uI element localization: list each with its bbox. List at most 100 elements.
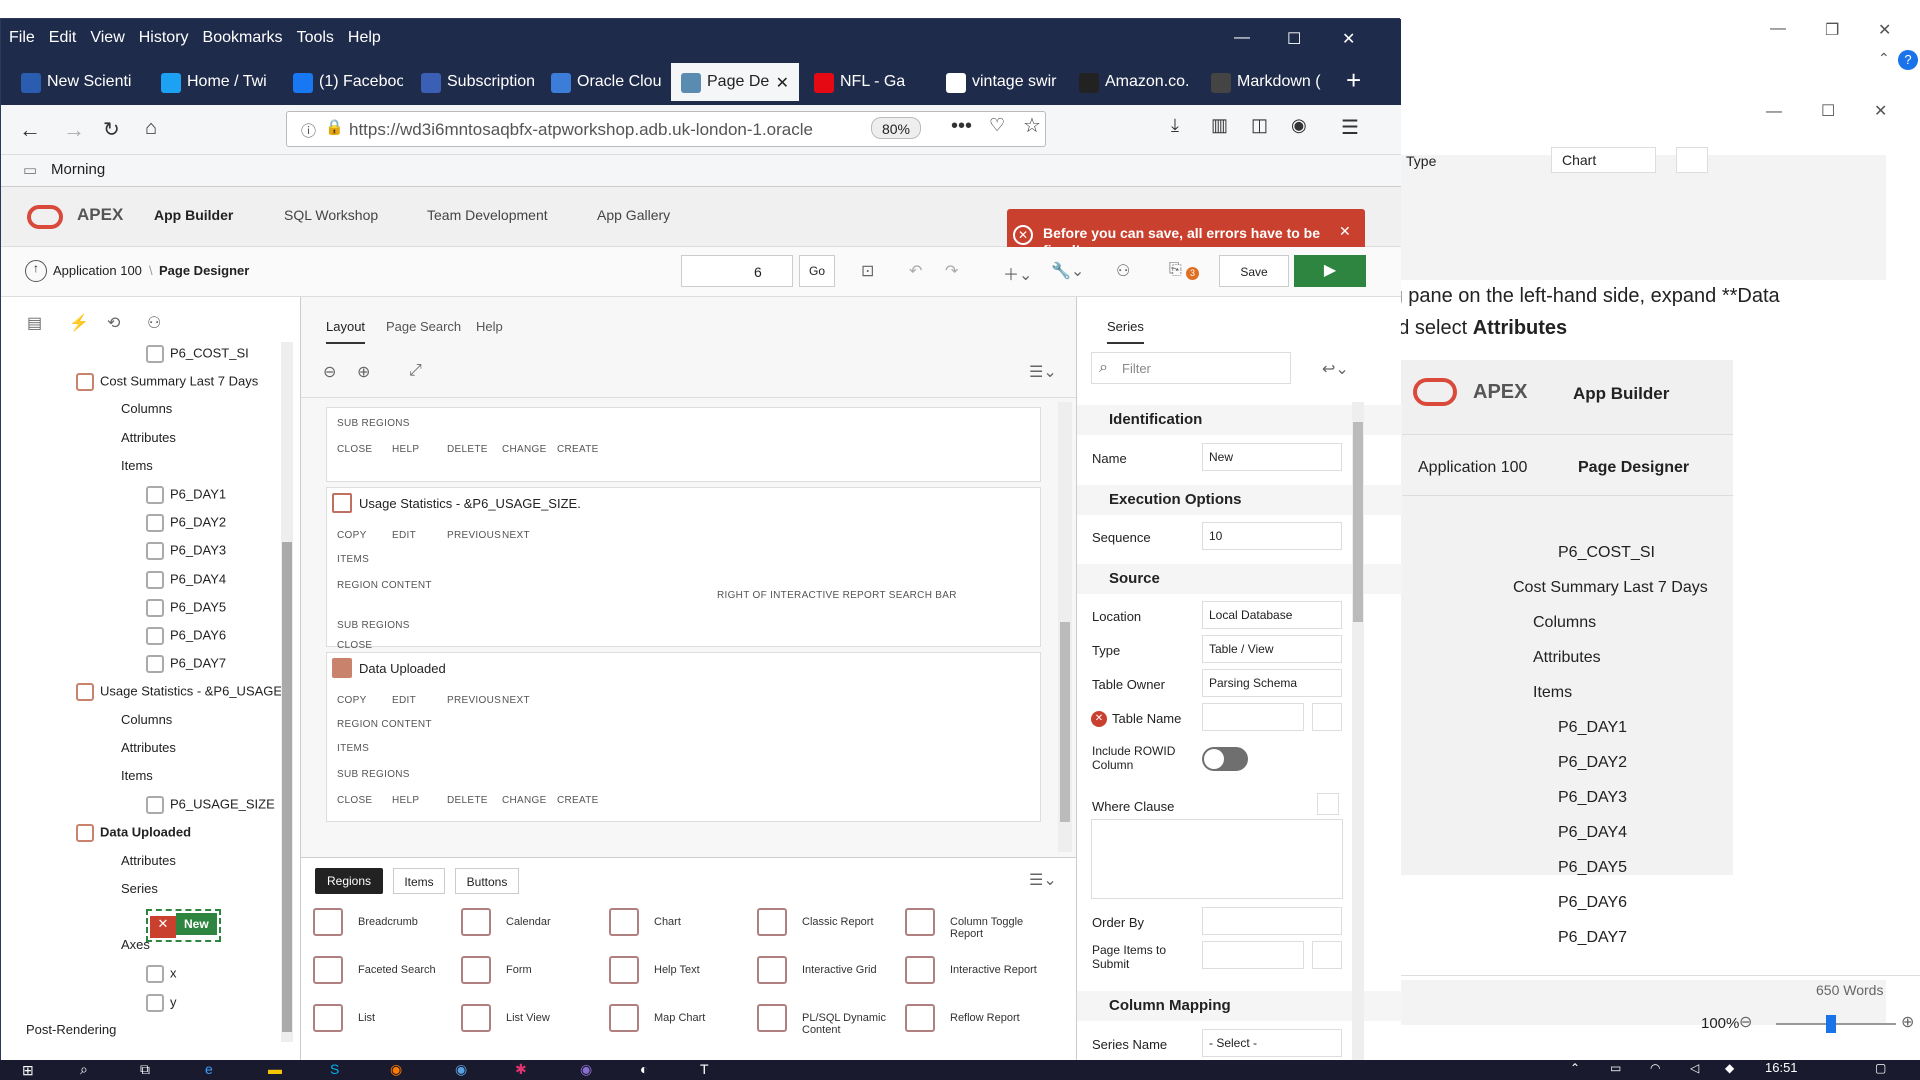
tree-node[interactable]: P6_DAY4 bbox=[146, 570, 226, 589]
tree-scrollbar[interactable] bbox=[281, 342, 293, 1042]
shared-tab-icon[interactable]: ⚇ bbox=[147, 313, 161, 333]
tree-node[interactable]: P6_DAY7 bbox=[146, 655, 226, 674]
gallery-tab-regions[interactable]: Regions bbox=[315, 868, 383, 894]
go-button[interactable]: Go bbox=[799, 255, 835, 287]
region-usage-statistics[interactable]: Usage Statistics - &P6_USAGE_SIZE. COPY … bbox=[326, 487, 1041, 651]
minimize-icon[interactable]: — bbox=[1226, 19, 1256, 47]
gallery-item[interactable]: Interactive Grid bbox=[802, 964, 897, 976]
gallery-item[interactable]: Reflow Report bbox=[950, 1012, 1045, 1024]
menu-history[interactable]: History bbox=[131, 19, 195, 47]
skype-icon[interactable]: S bbox=[330, 1061, 339, 1077]
close-icon[interactable]: ✕ bbox=[1334, 19, 1361, 49]
go-to-group-icon[interactable]: ↩⌄ bbox=[1322, 359, 1349, 379]
close-icon[interactable]: ✕ bbox=[1878, 20, 1891, 40]
browser-tab[interactable]: NFL - Ga bbox=[804, 63, 929, 101]
tree-node[interactable]: P6_DAY3 bbox=[146, 542, 226, 561]
create-menu-icon[interactable]: ＋⌄ bbox=[1003, 261, 1032, 285]
new-tab-icon[interactable]: + bbox=[1346, 65, 1361, 96]
url-bar[interactable]: ⓘ 🔒 https://wd3i6mntosaqbfx-atpworkshop.… bbox=[286, 111, 1046, 147]
gallery-item[interactable]: Help Text bbox=[654, 964, 749, 976]
gallery-tab-buttons[interactable]: Buttons bbox=[455, 868, 519, 894]
menu-view[interactable]: View bbox=[82, 19, 130, 47]
pocket-icon[interactable]: ♡ bbox=[989, 115, 1005, 136]
tree-node[interactable]: Usage Statistics - &P6_USAGE bbox=[76, 683, 281, 702]
messages-icon[interactable]: ⎘ bbox=[1169, 261, 1182, 279]
dropbox-icon[interactable]: ◆ bbox=[1725, 1061, 1734, 1075]
code-editor-icon[interactable] bbox=[1317, 793, 1339, 815]
menu-file[interactable]: File bbox=[1, 19, 41, 47]
browser-tab[interactable]: Subscription bbox=[411, 63, 536, 101]
gallery-item[interactable]: Form bbox=[506, 964, 601, 976]
browser-tab[interactable]: Home / Twi bbox=[151, 63, 276, 101]
tree-node[interactable]: P6_DAY1 bbox=[146, 486, 226, 504]
search-icon[interactable]: ⌕ bbox=[80, 1061, 88, 1078]
menu-tools[interactable]: Tools bbox=[289, 19, 340, 47]
info-icon[interactable]: ⓘ bbox=[301, 120, 316, 141]
gallery-item[interactable]: List bbox=[358, 1012, 453, 1024]
gallery-item[interactable]: Column Toggle Report bbox=[950, 916, 1045, 940]
zoom-in-icon[interactable]: ⊕ bbox=[357, 362, 370, 382]
tree-node[interactable]: Attributes bbox=[121, 740, 176, 755]
tree-node[interactable]: x bbox=[146, 965, 177, 984]
volume-icon[interactable]: ◁ bbox=[1690, 1061, 1699, 1075]
sidebar-icon[interactable]: ◫ bbox=[1251, 115, 1268, 136]
tab-help[interactable]: Help bbox=[476, 319, 503, 334]
property-scrollbar[interactable] bbox=[1352, 402, 1364, 1062]
breadcrumb-application[interactable]: Application 100 bbox=[53, 263, 142, 278]
gallery-item[interactable]: Map Chart bbox=[654, 1012, 749, 1024]
lock-page-icon[interactable]: ⊡ bbox=[861, 261, 874, 281]
maximize-icon[interactable]: ☐ bbox=[1279, 19, 1307, 49]
library-icon[interactable]: ▥ bbox=[1211, 115, 1228, 136]
processing-tab-icon[interactable]: ⟲ bbox=[107, 313, 120, 333]
page-selector[interactable]: 6 bbox=[681, 255, 793, 287]
tree-node[interactable]: Columns bbox=[121, 712, 172, 727]
rendering-tab-icon[interactable]: ▤ bbox=[27, 313, 42, 333]
bookmark-morning[interactable]: Morning bbox=[51, 161, 105, 178]
menu-help[interactable]: Help bbox=[340, 19, 387, 47]
type-select[interactable]: Table / View bbox=[1202, 635, 1342, 663]
zoom-out-icon[interactable]: ⊖ bbox=[1739, 1012, 1752, 1032]
tab-page-search[interactable]: Page Search bbox=[386, 319, 461, 334]
reload-icon[interactable]: ↻ bbox=[103, 117, 120, 142]
menu-edit[interactable]: Edit bbox=[41, 19, 83, 47]
save-button[interactable]: Save bbox=[1219, 255, 1289, 287]
gallery-item[interactable]: List View bbox=[506, 1012, 601, 1024]
layout-menu-icon[interactable]: ☰⌄ bbox=[1029, 362, 1057, 382]
gallery-item[interactable]: PL/SQL Dynamic Content bbox=[802, 1012, 897, 1036]
maximize-icon[interactable]: ☐ bbox=[1821, 101, 1835, 121]
sequence-field[interactable]: 10 bbox=[1202, 522, 1342, 550]
tree-node[interactable]: Post-Rendering bbox=[26, 1022, 116, 1037]
zoom-in-icon[interactable]: ⊕ bbox=[1901, 1012, 1914, 1032]
tree-node[interactable]: P6_DAY2 bbox=[146, 514, 226, 533]
location-select[interactable]: Local Database bbox=[1202, 601, 1342, 629]
gallery-item[interactable]: Chart bbox=[654, 916, 749, 928]
gallery-item[interactable]: Interactive Report bbox=[950, 964, 1045, 976]
table-owner-select[interactable]: Parsing Schema bbox=[1202, 669, 1342, 697]
typora-icon[interactable]: T bbox=[700, 1061, 709, 1077]
series-name-select[interactable]: - Select - bbox=[1202, 1029, 1342, 1057]
tree-node[interactable]: P6_USAGE_SIZE bbox=[146, 796, 275, 815]
tree-node[interactable]: Axes bbox=[121, 937, 150, 952]
utilities-icon[interactable]: 🔧⌄ bbox=[1051, 261, 1084, 281]
tree-node[interactable]: y bbox=[146, 993, 177, 1012]
paint-icon[interactable]: ◐ bbox=[640, 1061, 648, 1077]
name-field[interactable]: New bbox=[1202, 443, 1342, 471]
list-picker-icon[interactable] bbox=[1312, 703, 1342, 731]
browser-tab[interactable]: (1) Faceboo bbox=[283, 63, 403, 101]
undo-icon[interactable]: ↶ bbox=[909, 261, 922, 281]
filter-input[interactable]: Filter bbox=[1091, 352, 1291, 384]
browser-tab[interactable]: Amazon.co. bbox=[1069, 63, 1194, 101]
gallery-item[interactable]: Calendar bbox=[506, 916, 601, 928]
zoom-out-icon[interactable]: ⊖ bbox=[323, 362, 336, 382]
tree-node[interactable]: Items bbox=[121, 768, 153, 783]
nav-sql-workshop[interactable]: SQL Workshop bbox=[284, 207, 378, 223]
close-tab-icon[interactable]: ✕ bbox=[776, 73, 789, 93]
url-text[interactable]: https://wd3i6mntosaqbfx-atpworkshop.adb.… bbox=[349, 120, 813, 139]
back-icon[interactable]: ← bbox=[19, 117, 41, 143]
tab-layout[interactable]: Layout bbox=[326, 319, 366, 344]
more-actions-icon[interactable]: ••• bbox=[951, 115, 972, 138]
help-icon[interactable]: ? bbox=[1898, 50, 1918, 70]
tree-node[interactable]: Columns bbox=[121, 401, 172, 416]
close-toast-icon[interactable]: ✕ bbox=[1339, 223, 1351, 240]
page-number[interactable]: 6 bbox=[754, 264, 762, 280]
